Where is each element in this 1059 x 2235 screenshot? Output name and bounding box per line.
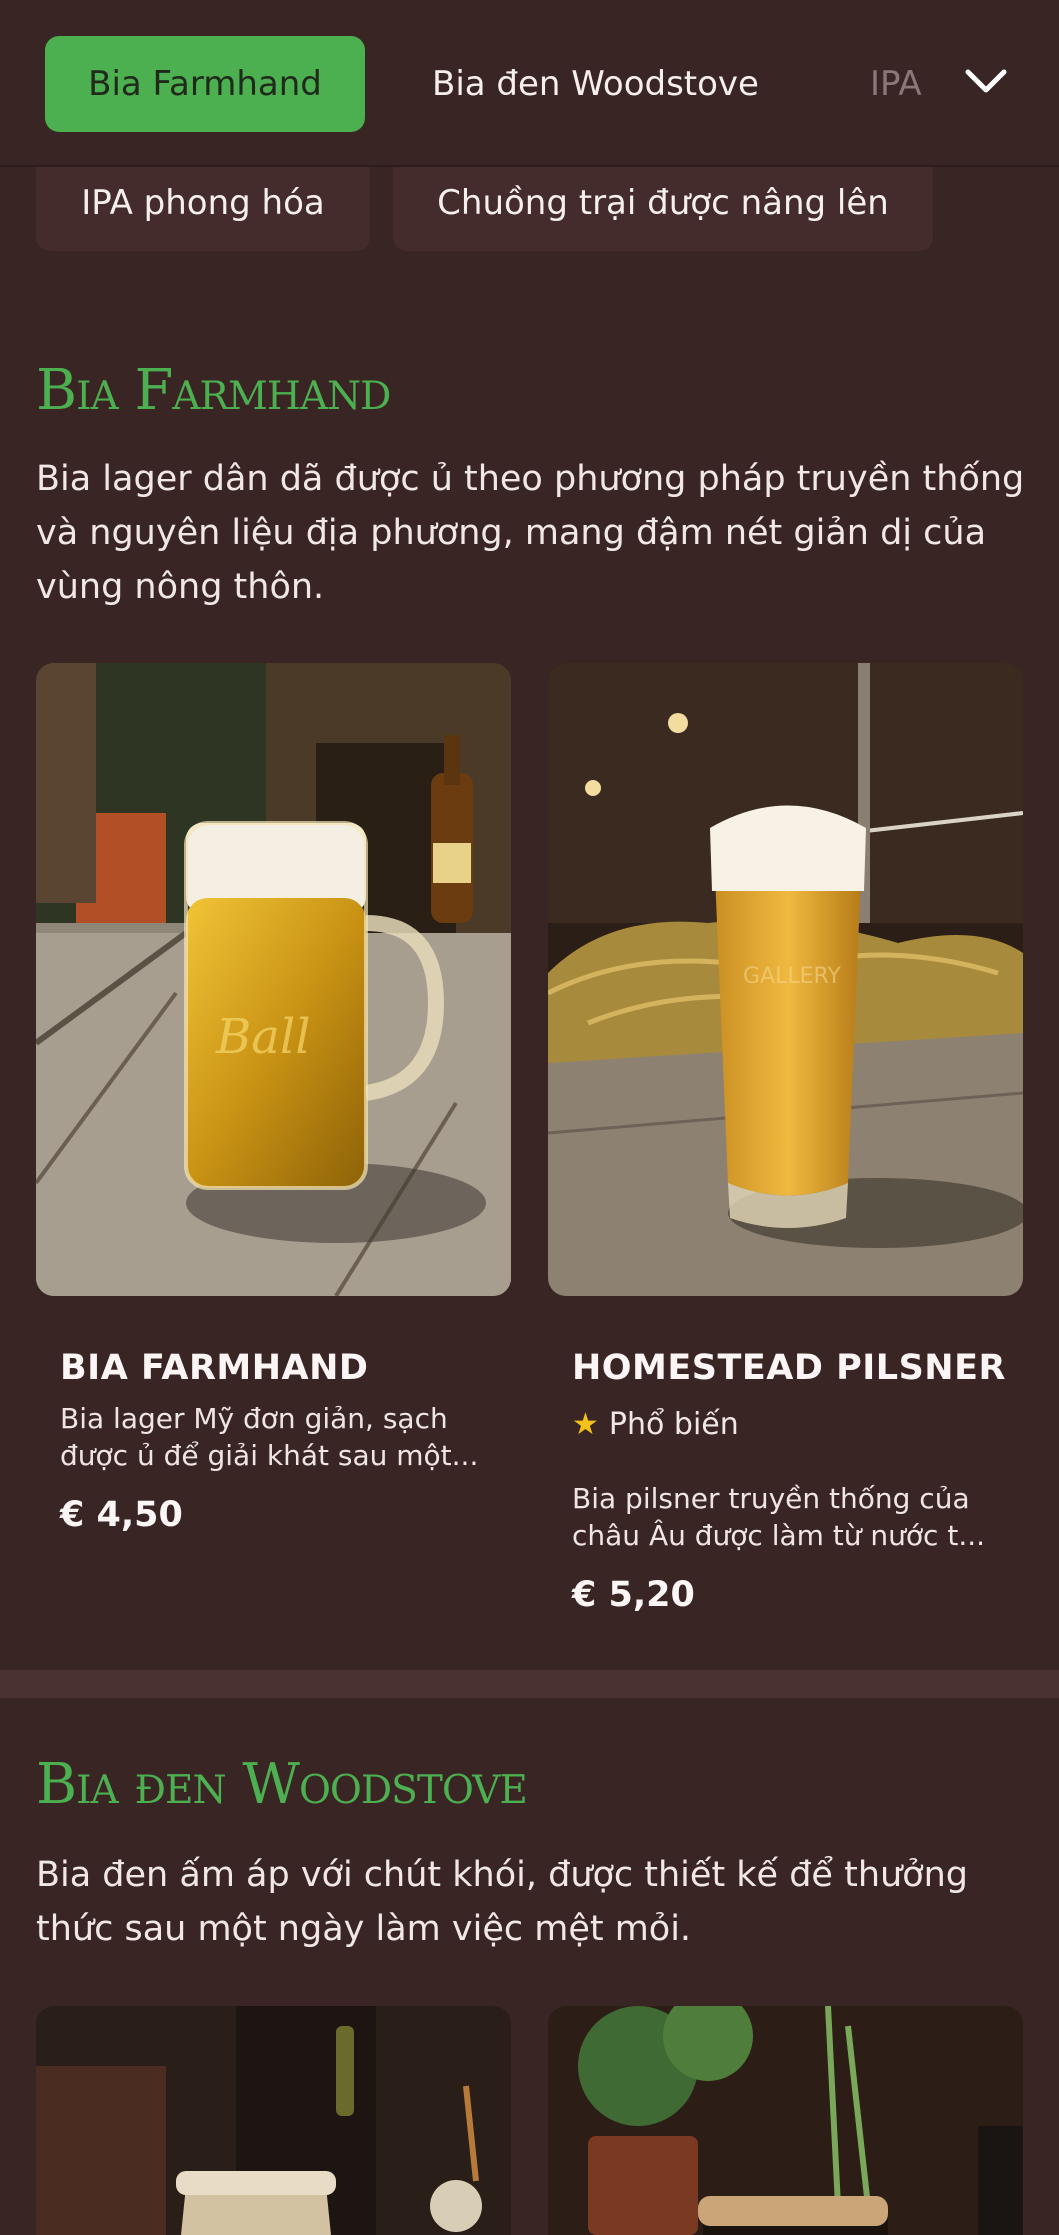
svg-text:Ball: Ball bbox=[215, 1009, 311, 1065]
category-chip-list: IPA phong hóa Chuồng trại được nâng lên bbox=[0, 167, 1059, 257]
tab-ipa[interactable]: IPA bbox=[870, 36, 922, 132]
product-description-line: Bia pilsner truyền thống của bbox=[572, 1482, 970, 1515]
tab-bia-den-woodstove[interactable]: Bia đen Woodstove bbox=[432, 36, 759, 132]
svg-text:GALLERY: GALLERY bbox=[743, 964, 841, 989]
product-image-homestead-pilsner[interactable]: GALLERY bbox=[548, 663, 1023, 1296]
product-name[interactable]: HOMESTEAD PILSNER bbox=[572, 1348, 1006, 1388]
product-image-woodstove-1[interactable] bbox=[36, 2006, 511, 2235]
section-title-farmhand: Bia Farmhand bbox=[36, 358, 391, 423]
product-description-line: châu Âu được làm từ nước t... bbox=[572, 1519, 986, 1552]
product-image-bia-farmhand[interactable]: Ball bbox=[36, 663, 511, 1296]
section-description-farmhand: Bia lager dân dã được ủ theo phương pháp… bbox=[36, 459, 1025, 607]
tab-bia-farmhand[interactable]: Bia Farmhand bbox=[45, 36, 365, 132]
section-description-woodstove: Bia đen ấm áp với chút khói, được thiết … bbox=[36, 1855, 968, 1949]
popular-badge-label: Phổ biến bbox=[608, 1407, 739, 1442]
product-image-woodstove-2[interactable] bbox=[548, 2006, 1023, 2235]
product-description-line: Bia lager Mỹ đơn giản, sạch bbox=[60, 1402, 448, 1435]
chevron-down-icon[interactable] bbox=[962, 62, 1010, 102]
product-name[interactable]: BIA FARMHAND bbox=[60, 1348, 368, 1388]
chip-chuong-trai[interactable]: Chuồng trại được nâng lên bbox=[393, 167, 933, 251]
product-price: € 5,20 bbox=[572, 1575, 695, 1615]
section-divider bbox=[0, 1670, 1059, 1698]
category-nav: Bia Farmhand Bia đen Woodstove IPA bbox=[0, 0, 1059, 167]
popular-badge: ★ Phổ biến bbox=[572, 1407, 739, 1442]
star-icon: ★ bbox=[572, 1407, 599, 1442]
product-description-line: được ủ để giải khát sau một... bbox=[60, 1439, 479, 1472]
section-title-woodstove: Bia đen Woodstove bbox=[36, 1752, 528, 1817]
product-price: € 4,50 bbox=[60, 1495, 183, 1535]
chip-ipa-phong-hoa[interactable]: IPA phong hóa bbox=[36, 167, 370, 251]
